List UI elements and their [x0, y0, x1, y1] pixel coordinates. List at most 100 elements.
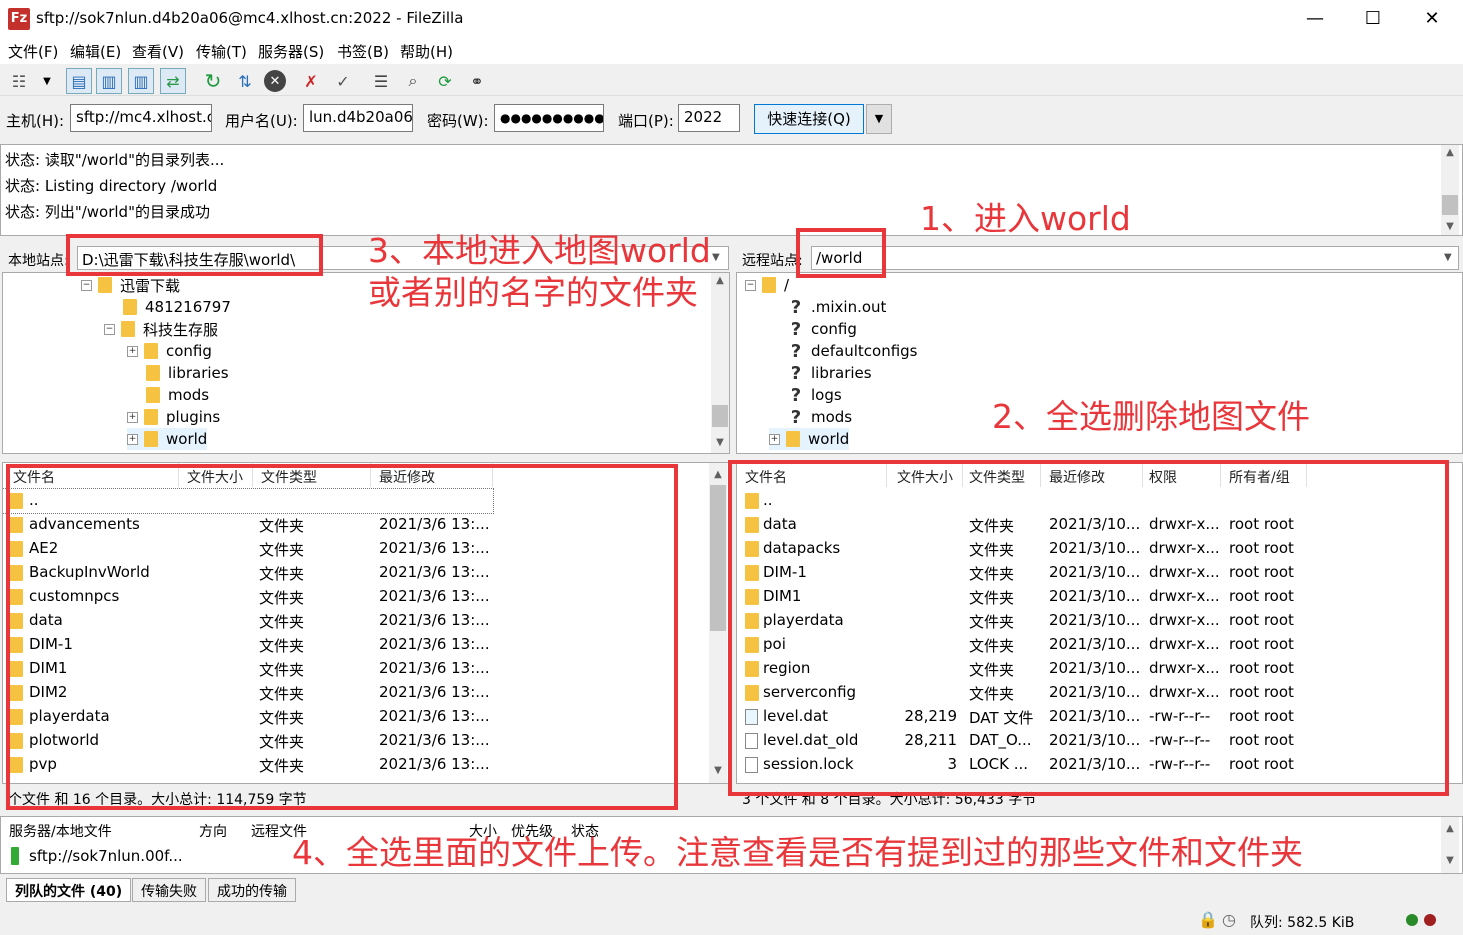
remote-path-input[interactable]: /world	[811, 246, 1459, 270]
toggle-remote-tree-icon[interactable]: ▥	[128, 68, 154, 94]
tree-item[interactable]: + config	[127, 340, 212, 362]
username-label: 用户名(U):	[225, 112, 298, 130]
tree-item-selected[interactable]: + world	[769, 428, 850, 450]
process-queue-icon[interactable]: ⇅	[232, 68, 258, 94]
scroll-down-icon[interactable]: ▼	[1441, 219, 1459, 235]
status-bar: 🔒 ◷ 队列: 582.5 KiB	[0, 906, 1463, 935]
disconnect-icon[interactable]: ✗	[298, 68, 324, 94]
tree-item[interactable]: − 科技生存服	[104, 318, 218, 340]
tree-item[interactable]: ? mods	[789, 406, 852, 428]
scroll-up-icon[interactable]: ▲	[1441, 821, 1459, 837]
password-input[interactable]: ●●●●●●●●●●	[494, 104, 604, 132]
menu-file[interactable]: 文件(F)	[8, 41, 58, 62]
server-icon	[11, 847, 19, 865]
tree-item[interactable]: − /	[745, 274, 789, 296]
scroll-down-icon[interactable]: ▼	[1441, 853, 1459, 869]
upload-led-icon	[1406, 914, 1418, 926]
queue-row[interactable]: sftp://sok7nlun.00f...	[11, 847, 183, 865]
speed-limit-icon[interactable]: ◷	[1222, 910, 1236, 929]
collapse-icon[interactable]: −	[104, 323, 115, 335]
menu-help[interactable]: 帮助(H)	[400, 41, 453, 62]
queue-header-server[interactable]: 服务器/本地文件	[9, 821, 112, 841]
filter-icon[interactable]: ☰	[368, 68, 394, 94]
menu-edit[interactable]: 编辑(E)	[70, 41, 121, 62]
annotation-step3-line1: 3、本地进入地图world	[368, 231, 711, 270]
menu-transfer[interactable]: 传输(T)	[196, 41, 247, 62]
menu-bookmarks[interactable]: 书签(B)	[337, 41, 389, 62]
local-site-label: 本地站点:	[8, 253, 69, 269]
tree-item[interactable]: 481216797	[123, 296, 231, 318]
scroll-up-icon[interactable]: ▲	[711, 273, 729, 289]
scroll-up-icon[interactable]: ▲	[709, 467, 727, 483]
expand-icon[interactable]: +	[127, 345, 138, 357]
tree-item[interactable]: ? defaultconfigs	[789, 340, 918, 362]
lock-icon: 🔒	[1198, 910, 1218, 929]
title-bar: Fz sftp://sok7nlun.d4b20a06@mc4.xlhost.c…	[0, 0, 1463, 38]
folder-icon	[786, 431, 800, 447]
queue-size: 队列: 582.5 KiB	[1250, 915, 1355, 931]
cancel-icon[interactable]: ✕	[264, 70, 286, 92]
chevron-down-icon[interactable]: ▼	[34, 68, 60, 94]
tree-item[interactable]: + plugins	[127, 406, 220, 428]
expand-icon[interactable]: +	[127, 411, 138, 423]
host-input[interactable]: sftp://mc4.xlhost.c	[70, 104, 212, 132]
tab-failed-transfers[interactable]: 传输失败	[132, 878, 206, 902]
menu-view[interactable]: 查看(V)	[132, 41, 184, 62]
username-input[interactable]: lun.d4b20a06	[303, 104, 413, 132]
folder-icon	[123, 299, 137, 315]
toggle-log-icon[interactable]: ▤	[66, 68, 92, 94]
scroll-thumb[interactable]	[710, 485, 726, 631]
tree-item-selected[interactable]: + world	[127, 428, 208, 450]
window-title: sftp://sok7nlun.d4b20a06@mc4.xlhost.cn:2…	[36, 9, 464, 27]
minimize-button[interactable]: —	[1286, 0, 1344, 38]
tree-item[interactable]: ? .mixin.out	[789, 296, 887, 318]
log-scrollbar[interactable]: ▲ ▼	[1441, 145, 1459, 235]
binoculars-icon[interactable]: ⚭	[464, 68, 490, 94]
tree-item[interactable]: ? config	[789, 318, 857, 340]
site-manager-icon[interactable]: ☷	[6, 68, 32, 94]
sync-browse-icon[interactable]: ⟳	[432, 68, 458, 94]
search-icon[interactable]: ⌕	[400, 68, 426, 94]
tree-item[interactable]: mods	[146, 384, 209, 406]
tab-queued-files[interactable]: 列队的文件 (40)	[6, 878, 132, 902]
tree-item[interactable]: ? logs	[789, 384, 842, 406]
scroll-thumb[interactable]	[1442, 195, 1458, 215]
message-log: 状态: 读取"/world"的目录列表... 状态: Listing direc…	[0, 144, 1463, 236]
menu-server[interactable]: 服务器(S)	[258, 41, 324, 62]
expand-icon[interactable]: +	[769, 433, 780, 445]
annotation-box-local-path	[66, 234, 323, 276]
chevron-down-icon[interactable]: ▼	[712, 252, 720, 263]
scroll-down-icon[interactable]: ▼	[711, 435, 729, 451]
expand-icon[interactable]: +	[127, 433, 138, 445]
scroll-thumb[interactable]	[712, 405, 728, 427]
refresh-icon[interactable]: ↻	[200, 68, 226, 94]
unknown-folder-icon: ?	[790, 318, 802, 340]
toggle-queue-icon[interactable]: ⇄	[160, 68, 186, 94]
queue-header-direction[interactable]: 方向	[199, 821, 227, 841]
tree-item[interactable]: ? libraries	[789, 362, 872, 384]
port-input[interactable]: 2022	[678, 104, 740, 132]
scroll-up-icon[interactable]: ▲	[1441, 145, 1459, 161]
toggle-local-tree-icon[interactable]: ▥	[96, 68, 122, 94]
tab-successful-transfers[interactable]: 成功的传输	[208, 878, 296, 902]
log-line: 状态: 读取"/world"的目录列表...	[5, 151, 225, 169]
annotation-box-remote-files	[728, 460, 1449, 796]
remote-site-label: 远程站点:	[742, 253, 803, 269]
local-tree-scrollbar[interactable]: ▲ ▼	[711, 273, 729, 453]
close-button[interactable]: ✕	[1403, 0, 1461, 38]
maximize-button[interactable]: ☐	[1344, 0, 1402, 38]
unknown-folder-icon: ?	[790, 384, 802, 406]
quickconnect-dropdown-icon[interactable]: ▼	[866, 104, 892, 134]
tree-item[interactable]: libraries	[146, 362, 229, 384]
tree-item[interactable]: − 迅雷下载	[81, 274, 180, 296]
annotation-step2: 2、全选删除地图文件	[992, 397, 1310, 436]
local-list-scrollbar[interactable]: ▲ ▼	[709, 463, 727, 783]
collapse-icon[interactable]: −	[81, 279, 92, 291]
collapse-icon[interactable]: −	[745, 279, 756, 291]
scroll-down-icon[interactable]: ▼	[709, 763, 727, 779]
reconnect-icon[interactable]: ✓	[330, 68, 356, 94]
queue-scrollbar[interactable]: ▲ ▼	[1441, 817, 1459, 873]
quickconnect-button[interactable]: 快速连接(Q)	[754, 104, 864, 134]
chevron-down-icon[interactable]: ▼	[1444, 252, 1452, 263]
unknown-folder-icon: ?	[790, 362, 802, 384]
